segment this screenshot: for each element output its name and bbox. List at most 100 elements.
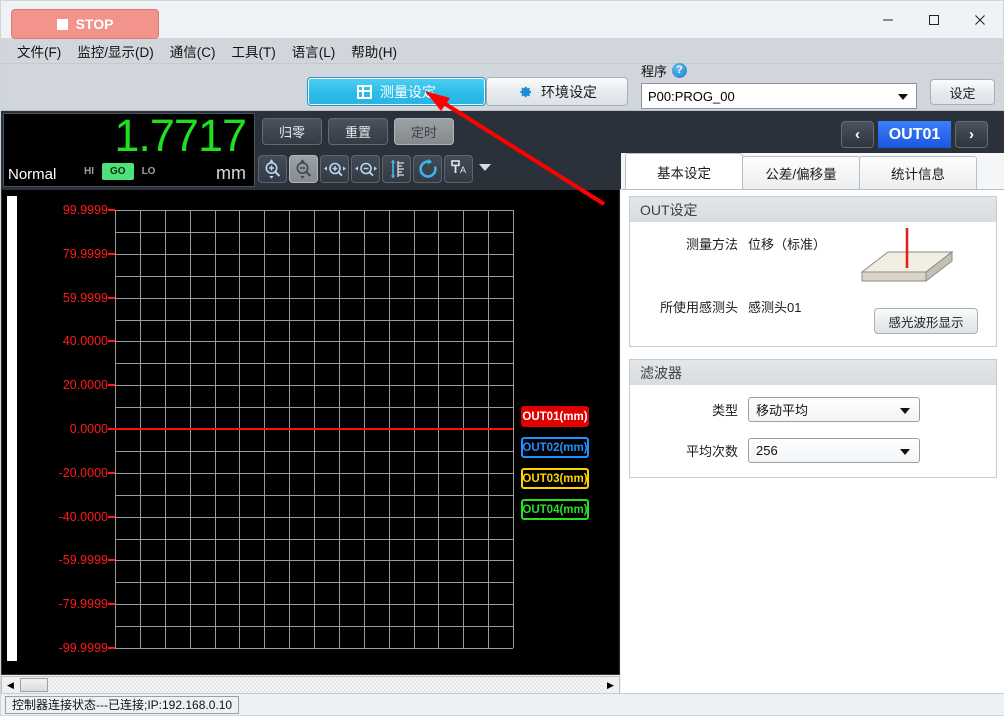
zoom-out-horizontal-icon[interactable] [351,155,380,183]
waveform-display-button[interactable]: 感光波形显示 [874,308,978,334]
set-button[interactable]: 设定 [930,79,995,105]
y-axis-tick-label: -99.9999 [58,641,108,655]
scroll-thumb[interactable] [20,678,48,692]
measurement-value: 1.7717 [114,110,247,161]
y-axis-tick-mark [108,296,115,299]
menu-file[interactable]: 文件(F) [9,38,69,64]
judgement-indicators: HI GO LO [76,163,163,180]
chevron-down-icon [900,407,910,414]
legend-item[interactable]: OUT01(mm) [521,406,589,427]
menu-language[interactable]: 语言(L) [284,38,344,64]
program-dropdown-value: P00:PROG_00 [648,88,735,104]
zoom-out-vertical-icon[interactable] [289,155,318,183]
y-axis-tick-label: 79.9999 [62,246,108,261]
y-axis-tick-label: -20.0000 [58,465,108,480]
y-axis-tick-mark [108,559,115,562]
tab-statistics[interactable]: 统计信息 [859,156,977,189]
y-axis-tick-label: -59.9999 [58,553,108,568]
out-prev-button[interactable]: ‹ [841,121,874,148]
out-settings-title: OUT设定 [630,197,996,222]
filter-title: 滤波器 [630,360,996,385]
auto-scale-icon[interactable] [382,155,411,183]
chart-zero-line [109,428,513,430]
chevron-down-icon [898,94,908,100]
maximize-button[interactable] [911,1,957,38]
chart-plot-grid [109,210,514,649]
settings-panel-body: OUT设定 测量方法 位移（标准） 所使用感测头 感测头01 感光波形显示 滤波… [621,189,1004,695]
measure-method-value: 位移（标准） [748,237,827,252]
zoom-in-horizontal-icon[interactable] [320,155,349,183]
filter-group: 滤波器 类型 移动平均 平均次数 256 [629,359,997,478]
minimize-button[interactable] [865,1,911,38]
judgement-go: GO [102,163,134,180]
measurement-display: 1.7717 mm Normal HI GO LO [3,110,255,187]
chevron-down-icon [900,448,910,455]
out-current-channel: OUT01 [878,121,951,148]
menu-monitor-display[interactable]: 监控/显示(D) [69,38,162,64]
scroll-left-arrow-icon[interactable]: ◀ [2,677,19,693]
settings-tabs: 基本设定 公差/偏移量 统计信息 [621,153,1004,189]
reset-button[interactable]: 重置 [328,118,388,145]
menu-help[interactable]: 帮助(H) [343,38,405,64]
legend-item[interactable]: OUT04(mm) [521,499,589,520]
judgement-lo: LO [141,166,156,177]
chart-horizontal-scrollbar[interactable]: ◀ ▶ [1,676,620,694]
y-axis-tick-mark [108,647,115,649]
measure-settings-label: 测量设定 [380,83,436,100]
grid-icon [357,84,372,99]
grid-line-v [513,210,514,648]
legend-item[interactable]: OUT03(mm) [521,468,589,489]
status-bar: 控制器连接状态---已连接;IP:192.168.0.10 [1,693,1004,715]
environment-settings-button[interactable]: 环境设定 [486,77,628,106]
measurement-unit: mm [216,163,246,183]
grid-line-h [115,648,513,649]
help-icon[interactable]: ? [672,63,688,78]
menu-tools[interactable]: 工具(T) [224,38,284,64]
y-axis-tick-mark [108,340,115,343]
stop-button[interactable]: STOP [11,9,159,39]
connection-status-text: 控制器连接状态---已连接;IP:192.168.0.10 [5,695,240,714]
gear-icon [520,86,531,97]
close-button[interactable] [957,1,1003,38]
measure-settings-button[interactable]: 测量设定 [307,77,486,106]
zoom-in-vertical-icon[interactable] [258,155,287,183]
tab-tolerance-offset[interactable]: 公差/偏移量 [742,156,860,189]
zero-button[interactable]: 归零 [262,118,322,145]
auto-trigger-icon[interactable]: A [444,155,473,183]
sensor-head-value: 感测头01 [748,300,802,315]
trigger-dropdown-chevron-icon[interactable] [479,164,491,171]
stop-square-icon [56,18,68,30]
out-channel-nav: ‹ OUT01 › [841,121,988,148]
program-label: 程序 [641,64,668,79]
y-axis-tick-mark [108,209,115,211]
timer-button[interactable]: 定时 [394,118,454,145]
y-axis-tick-mark [108,384,115,387]
y-axis-tick-label: 0.0000 [69,422,108,436]
scroll-track[interactable] [48,677,602,693]
program-dropdown[interactable]: P00:PROG_00 [641,83,917,109]
tab-basic-settings[interactable]: 基本设定 [625,153,743,189]
program-selector-area: 程序 ? P00:PROG_00 [641,61,917,109]
out-settings-body: 测量方法 位移（标准） 所使用感测头 感测头01 感光波形显示 [630,222,996,346]
judgement-hi: HI [84,166,94,177]
out-next-button[interactable]: › [955,121,988,148]
scroll-right-arrow-icon[interactable]: ▶ [602,677,619,693]
y-axis-tick-label: 99.9999 [62,203,108,217]
legend-item[interactable]: OUT02(mm) [521,437,589,458]
filter-type-dropdown[interactable]: 移动平均 [748,397,920,422]
refresh-icon[interactable] [413,155,442,183]
measure-method-label: 测量方法 [685,237,738,252]
y-axis-tick-label: 20.0000 [62,378,108,393]
menu-communication[interactable]: 通信(C) [162,38,224,64]
window-controls [865,1,1003,38]
chart-legend: OUT01(mm) OUT02(mm) OUT03(mm) OUT04(mm) [521,406,589,530]
y-axis-tick-label: 59.9999 [62,290,108,305]
svg-text:A: A [460,165,466,175]
average-count-label: 平均次数 [685,444,738,459]
environment-settings-label: 环境设定 [541,83,597,100]
measurement-mode: Normal [8,166,57,183]
y-axis-tick-label: -40.0000 [58,509,108,524]
average-count-dropdown[interactable]: 256 [748,438,920,463]
chart-y-axis-labels: 99.9999 79.9999 59.9999 40.0000 20.0000 0.000… [2,203,108,655]
sensor-head-label: 所使用感测头 [659,300,738,315]
